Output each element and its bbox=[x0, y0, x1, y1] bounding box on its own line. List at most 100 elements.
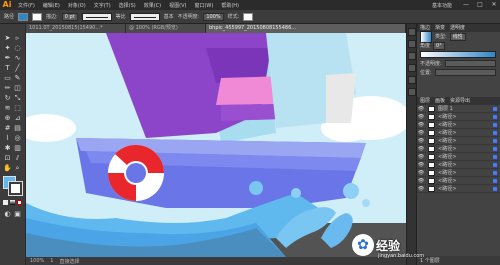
blend-icon[interactable]: ◎ bbox=[13, 134, 22, 143]
brush-definition[interactable] bbox=[129, 12, 160, 21]
menu-help[interactable]: 帮助(H) bbox=[217, 2, 243, 9]
location-field[interactable] bbox=[434, 69, 496, 76]
menu-type[interactable]: 文字(T) bbox=[90, 2, 115, 9]
slice-icon[interactable]: ⫽ bbox=[13, 154, 22, 163]
appearance-panel-icon[interactable] bbox=[408, 76, 416, 84]
color-panel-icon[interactable] bbox=[408, 28, 416, 36]
workspace-switcher[interactable]: 基本功能 bbox=[428, 2, 456, 9]
layer-row[interactable]: 👁 <路径> bbox=[417, 113, 500, 121]
tab-transparency[interactable]: 透明度 bbox=[450, 24, 465, 32]
rotate-icon[interactable]: ↻ bbox=[3, 94, 12, 103]
eye-icon[interactable]: 👁 bbox=[417, 186, 425, 192]
eye-icon[interactable]: 👁 bbox=[417, 130, 425, 136]
menu-object[interactable]: 对象(O) bbox=[64, 2, 90, 9]
stroke-color-swatch[interactable] bbox=[8, 181, 23, 196]
opacity-field[interactable]: 100% bbox=[203, 12, 224, 21]
layer-row[interactable]: 👁 <路径> bbox=[417, 145, 500, 153]
tab-gradient[interactable]: 渐变 bbox=[435, 24, 445, 32]
screen-mode-icon[interactable]: ▣ bbox=[13, 210, 22, 219]
selection-tool-icon[interactable]: ➤ bbox=[3, 34, 12, 43]
maximize-icon[interactable]: □ bbox=[476, 1, 484, 9]
swatches-panel-icon[interactable] bbox=[408, 40, 416, 48]
draw-mode-icon[interactable]: ◐ bbox=[3, 210, 12, 219]
direct-selection-icon[interactable]: ▹ bbox=[13, 34, 22, 43]
zoom-icon[interactable]: ⌕ bbox=[13, 164, 22, 173]
warp-icon[interactable]: ≋ bbox=[3, 104, 12, 113]
eye-icon[interactable]: 👁 bbox=[417, 170, 425, 176]
layer-row[interactable]: 👁 <路径> bbox=[417, 185, 500, 193]
layer-row[interactable]: 👁 <路径> bbox=[417, 129, 500, 137]
magic-wand-icon[interactable]: ✦ bbox=[3, 44, 12, 53]
tab-artboards[interactable]: 画板 bbox=[435, 97, 445, 105]
stroke-weight-dropdown[interactable]: 0 pt bbox=[61, 12, 78, 21]
layer-row[interactable]: 👁 <路径> bbox=[417, 153, 500, 161]
opacity-field[interactable] bbox=[444, 60, 496, 67]
tab-asset-export[interactable]: 资源导出 bbox=[450, 97, 470, 105]
layer-row[interactable]: 👁 <路径> bbox=[417, 121, 500, 129]
pencil-icon[interactable]: ✏ bbox=[3, 84, 12, 93]
lasso-icon[interactable]: ◌ bbox=[13, 44, 22, 53]
align-panel-icon[interactable] bbox=[408, 88, 416, 96]
symbol-sprayer-icon[interactable]: ✱ bbox=[3, 144, 12, 153]
menu-select[interactable]: 选择(S) bbox=[115, 2, 140, 9]
artboard-number[interactable]: 1 bbox=[50, 258, 53, 264]
symbols-panel-icon[interactable] bbox=[408, 64, 416, 72]
angle-field[interactable]: 0° bbox=[433, 41, 445, 50]
eye-icon[interactable]: 👁 bbox=[417, 178, 425, 184]
scale-icon[interactable]: ⤡ bbox=[13, 94, 22, 103]
graph-icon[interactable]: ▥ bbox=[13, 144, 22, 153]
menu-file[interactable]: 文件(F) bbox=[14, 2, 39, 9]
close-icon[interactable]: ✕ bbox=[490, 1, 498, 9]
location-row: 位置: bbox=[417, 68, 500, 77]
free-transform-icon[interactable]: ⬚ bbox=[13, 104, 22, 113]
eye-icon[interactable]: 👁 bbox=[417, 106, 425, 112]
watermark-url: jingyan.baidu.com bbox=[378, 253, 425, 259]
eye-icon[interactable]: 👁 bbox=[417, 146, 425, 152]
eye-icon[interactable]: 👁 bbox=[417, 162, 425, 168]
curvature-icon[interactable]: ∿ bbox=[13, 54, 22, 63]
layer-row[interactable]: 👁 <路径> bbox=[417, 169, 500, 177]
eyedropper-icon[interactable]: ⌇ bbox=[3, 134, 12, 143]
tab-document-2[interactable]: @ 100% (RGB/预览) bbox=[126, 24, 206, 33]
eye-icon[interactable]: 👁 bbox=[417, 138, 425, 144]
layer-row[interactable]: 👁 <路径> bbox=[417, 161, 500, 169]
menu-edit[interactable]: 编辑(E) bbox=[39, 2, 64, 9]
style-swatch[interactable] bbox=[243, 12, 254, 21]
minimize-icon[interactable]: — bbox=[462, 1, 470, 9]
type-dropdown[interactable]: 线性 bbox=[449, 32, 466, 41]
canvas[interactable] bbox=[26, 33, 406, 257]
layer-name: <路径> bbox=[438, 146, 457, 152]
artboard-icon[interactable]: ⊡ bbox=[3, 154, 12, 163]
layer-row[interactable]: 👁 图层 1 bbox=[417, 105, 500, 113]
layer-row[interactable]: 👁 <路径> bbox=[417, 177, 500, 185]
mesh-icon[interactable]: # bbox=[3, 124, 12, 133]
gradient-slider[interactable] bbox=[420, 51, 496, 58]
brush-icon[interactable]: ✎ bbox=[13, 74, 22, 83]
brushes-panel-icon[interactable] bbox=[408, 52, 416, 60]
tab-layers[interactable]: 图层 bbox=[420, 97, 430, 105]
perspective-icon[interactable]: ⊿ bbox=[13, 114, 22, 123]
eye-icon[interactable]: 👁 bbox=[417, 154, 425, 160]
menu-effect[interactable]: 效果(C) bbox=[140, 2, 165, 9]
line-icon[interactable]: ╱ bbox=[13, 64, 22, 73]
color-mode-icons[interactable] bbox=[3, 200, 23, 206]
gradient-preview[interactable] bbox=[420, 30, 432, 43]
gradient-icon[interactable]: ▤ bbox=[13, 124, 22, 133]
pen-icon[interactable]: ✒ bbox=[3, 54, 12, 63]
shape-builder-icon[interactable]: ⊕ bbox=[3, 114, 12, 123]
tab-document-3[interactable]: bhpic_455997_20150808155486... bbox=[206, 24, 406, 33]
rectangle-icon[interactable]: ▭ bbox=[3, 74, 12, 83]
stroke-swatch[interactable] bbox=[32, 12, 43, 21]
variable-width-profile[interactable] bbox=[81, 12, 112, 21]
hand-icon[interactable]: ✋ bbox=[3, 164, 12, 173]
fill-swatch[interactable] bbox=[18, 12, 29, 21]
type-icon[interactable]: T bbox=[3, 64, 12, 73]
eraser-icon[interactable]: ◫ bbox=[13, 84, 22, 93]
eye-icon[interactable]: 👁 bbox=[417, 114, 425, 120]
tab-document-1[interactable]: 1011.0T_20150815(15490...* bbox=[26, 24, 126, 33]
menu-view[interactable]: 视图(V) bbox=[165, 2, 190, 9]
menu-window[interactable]: 窗口(W) bbox=[190, 2, 217, 9]
zoom-level[interactable]: 100% bbox=[30, 258, 44, 264]
layer-row[interactable]: 👁 <路径> bbox=[417, 137, 500, 145]
eye-icon[interactable]: 👁 bbox=[417, 122, 425, 128]
